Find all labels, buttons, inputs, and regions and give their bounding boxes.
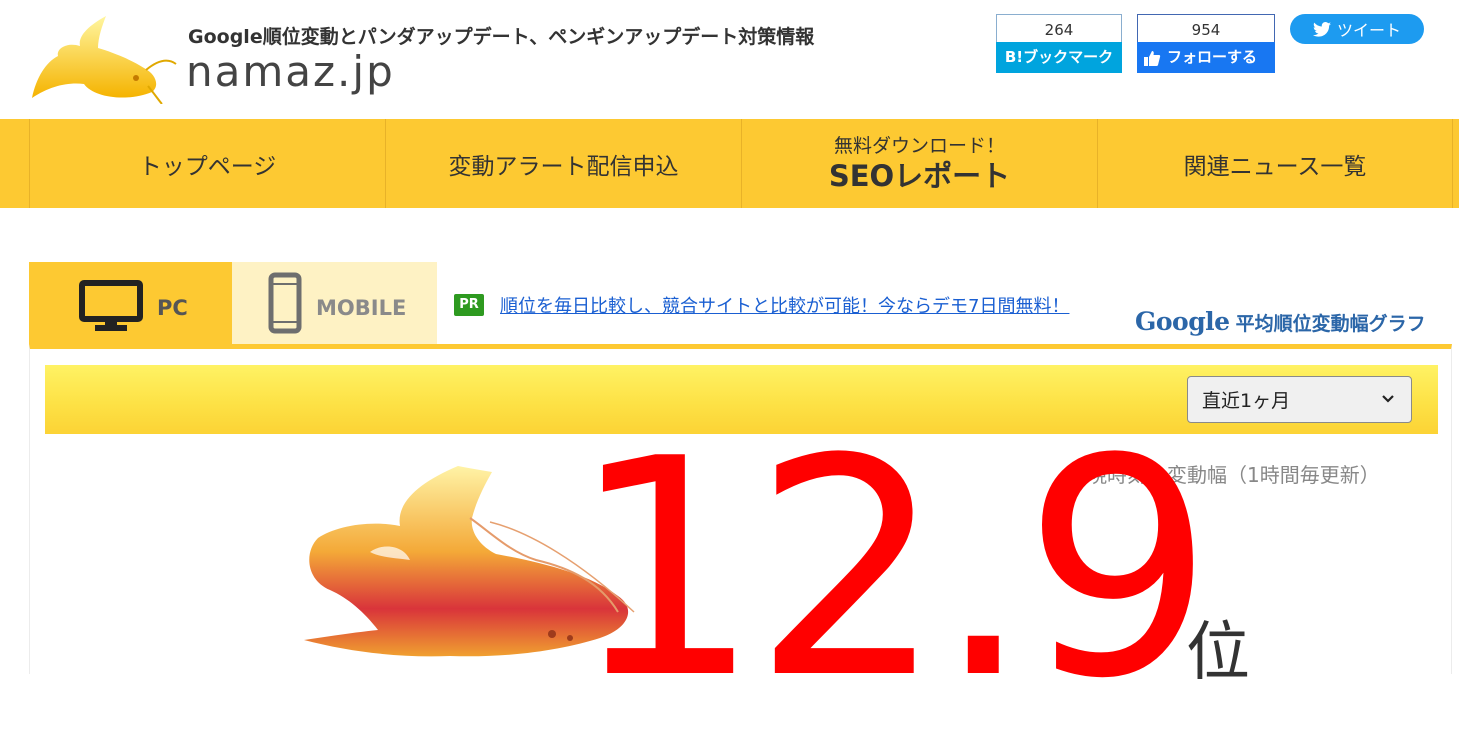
- facebook-follow-count: 954: [1137, 14, 1275, 42]
- nav-item-news[interactable]: 関連ニュース一覧: [1097, 119, 1453, 208]
- hatena-bookmark-button[interactable]: 264 B!ブックマーク: [996, 14, 1122, 74]
- current-rank-change-value: 12.9: [570, 395, 1214, 744]
- chevron-down-icon: [1382, 395, 1394, 403]
- monitor-icon: [79, 280, 143, 331]
- twitter-bird-icon: [1312, 21, 1331, 37]
- facebook-follow-button[interactable]: 954 フォローする: [1137, 14, 1275, 74]
- hatena-b-icon: B!: [1004, 48, 1024, 66]
- tab-pc-label: PC: [157, 296, 188, 320]
- pr-badge: PR: [454, 294, 484, 316]
- graph-title-text: 平均順位変動幅グラフ: [1235, 313, 1426, 335]
- pr-link[interactable]: 順位を毎日比較し、競合サイトと比較が可能！今ならデモ7日間無料！: [500, 292, 1069, 318]
- rank-unit-label: 位: [1186, 616, 1250, 690]
- main-nav: トップページ 変動アラート配信申込 無料ダウンロード！ SEOレポート 関連ニュ…: [0, 119, 1459, 208]
- hatena-bookmark-label[interactable]: B!ブックマーク: [996, 42, 1122, 73]
- site-tagline: Google順位変動とパンダアップデート、ペンギンアップデート対策情報: [188, 26, 815, 48]
- nav-item-top[interactable]: トップページ: [29, 119, 385, 208]
- nav-item-alert-signup[interactable]: 変動アラート配信申込: [385, 119, 741, 208]
- facebook-follow-label[interactable]: フォローする: [1137, 42, 1275, 73]
- site-header: Google順位変動とパンダアップデート、ペンギンアップデート対策情報 nama…: [0, 0, 1459, 119]
- smartphone-icon: [268, 272, 302, 334]
- nav-item-seo-report[interactable]: 無料ダウンロード！ SEOレポート: [741, 119, 1097, 208]
- tab-mobile[interactable]: MOBILE: [232, 262, 437, 344]
- graph-title: Google 平均順位変動幅グラフ: [1135, 307, 1426, 336]
- period-select[interactable]: 直近1ヶ月: [1187, 376, 1412, 423]
- thumbs-up-icon: [1144, 50, 1161, 66]
- catfish-logo-icon[interactable]: [28, 12, 178, 104]
- site-name[interactable]: namaz.jp: [186, 48, 395, 96]
- hatena-bookmark-count: 264: [996, 14, 1122, 42]
- tweet-button[interactable]: ツイート: [1290, 14, 1424, 44]
- tab-mobile-label: MOBILE: [316, 296, 407, 320]
- tab-pc[interactable]: PC: [29, 262, 232, 344]
- period-select-value: 直近1ヶ月: [1202, 390, 1291, 412]
- graph-title-brand: Google: [1135, 307, 1230, 336]
